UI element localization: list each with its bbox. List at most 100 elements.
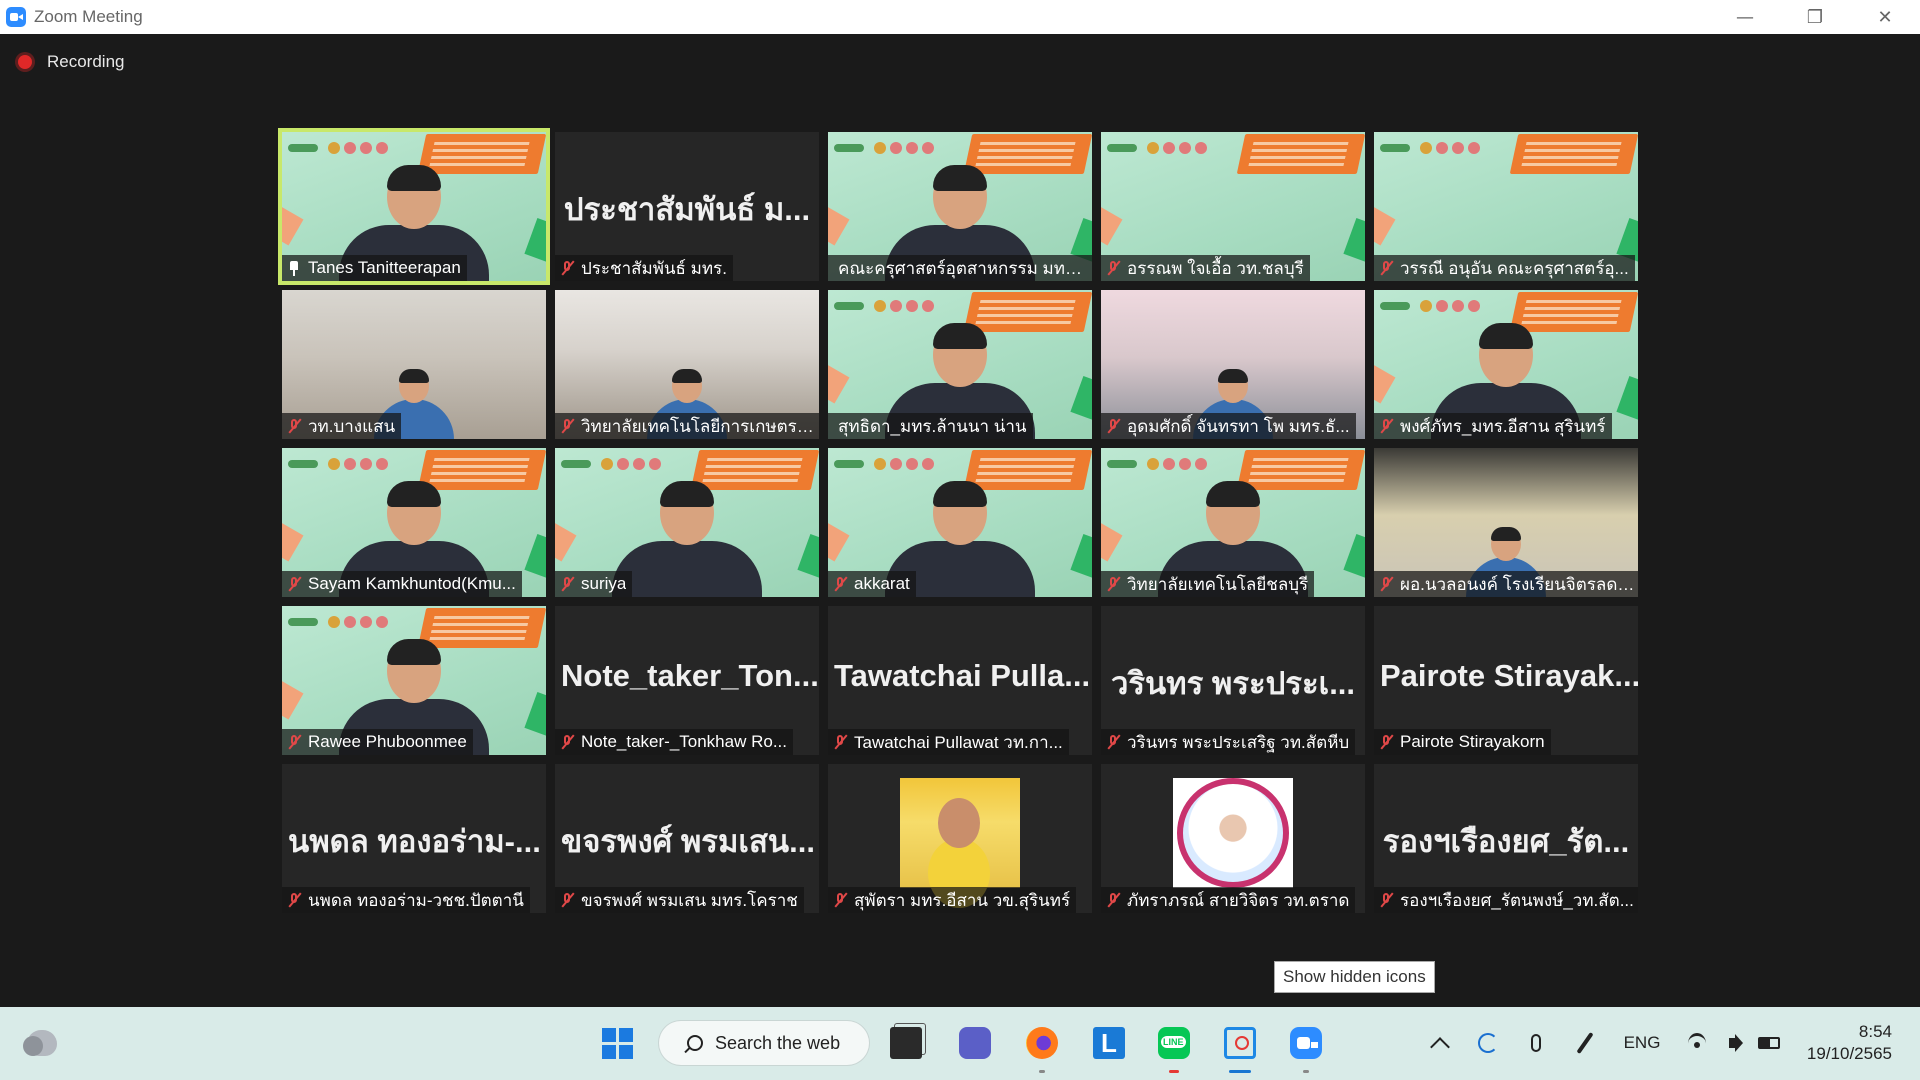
participant-tile[interactable]: Tanes Tanitteerapan <box>278 128 550 285</box>
participant-display-name: ประชาสัมพันธ์ ม... <box>563 192 811 227</box>
recording-indicator[interactable]: Recording <box>18 52 125 72</box>
participant-name: Tawatchai Pullawat วท.กา... <box>854 732 1063 752</box>
show-hidden-icons-button[interactable] <box>1423 1021 1457 1065</box>
wifi-tray-button[interactable] <box>1680 1021 1714 1065</box>
participant-tile[interactable]: ภัทราภรณ์ สายวิจิตร วท.ตราด <box>1101 764 1365 913</box>
muted-microphone-icon <box>832 576 848 592</box>
recording-dot-icon <box>18 55 32 69</box>
participant-tile[interactable]: Sayam Kamkhuntod(Kmu... <box>282 448 546 597</box>
pen-tray-button[interactable] <box>1568 1021 1602 1065</box>
zoom-app-button[interactable] <box>1282 1021 1330 1073</box>
participant-name-label: สุทธิดา_มทร.ล้านนา น่าน <box>828 413 1033 439</box>
participant-tile[interactable]: akkarat <box>828 448 1092 597</box>
microphone-tray-button[interactable] <box>1519 1021 1553 1065</box>
l-app-button[interactable]: L <box>1085 1021 1133 1065</box>
participant-tile[interactable]: suriya <box>555 448 819 597</box>
chevron-up-icon <box>1430 1037 1450 1057</box>
slide-background-logos <box>834 458 944 472</box>
participant-tile[interactable]: พงศ์ภัทร_มทร.อีสาน สุรินทร์ <box>1374 290 1638 439</box>
taskbar-clock[interactable]: 8:54 19/10/2565 <box>1807 1021 1892 1065</box>
participant-tile[interactable]: ประชาสัมพันธ์ ม... ประชาสัมพันธ์ มทร. <box>555 132 819 281</box>
participant-name: akkarat <box>854 574 910 593</box>
participant-name: พงศ์ภัทร_มทร.อีสาน สุรินทร์ <box>1400 416 1606 436</box>
participant-tile[interactable]: อรรณพ ใจเอื้อ วท.ชลบุรี <box>1101 132 1365 281</box>
participant-tile[interactable]: Note_taker_Ton... Note_taker-_Tonkhaw Ro.… <box>555 606 819 755</box>
participant-tile[interactable]: ขจรพงศ์ พรมเสน... ขจรพงศ์ พรมเสน มทร.โครา… <box>555 764 819 913</box>
slide-background-hex-l <box>828 520 850 562</box>
participant-tile[interactable]: ผอ.นวลอนงค์ โรงเรียนจิตรลดา... <box>1374 448 1638 597</box>
participant-tile[interactable]: สุพัตรา มทร.อีสาน วข.สุรินทร์ <box>828 764 1092 913</box>
show-hidden-icons-tooltip: Show hidden icons <box>1274 961 1435 993</box>
participant-tile[interactable]: วรรณี อนุอัน คณะครุศาสตร์อุ... <box>1374 132 1638 281</box>
participant-display-name: Pairote Stirayak... <box>1380 658 1638 693</box>
participant-avatar <box>1173 778 1293 888</box>
windows-logo-icon <box>601 1027 633 1059</box>
slide-background-hex-l <box>1101 204 1123 246</box>
volume-tray-button[interactable] <box>1716 1021 1750 1065</box>
slide-background-hex-l <box>555 520 577 562</box>
participant-tile[interactable]: อุดมศักดิ์ จันทรทา โพ มทร.ธั... <box>1101 290 1365 439</box>
battery-tray-button[interactable] <box>1752 1021 1786 1065</box>
slide-background-hex-l <box>1374 362 1396 404</box>
teams-icon <box>959 1027 991 1059</box>
slide-background-hex-l <box>1374 204 1396 246</box>
slide-background-hex-r <box>524 692 546 738</box>
line-app-button[interactable] <box>1150 1021 1198 1073</box>
muted-microphone-icon <box>1378 418 1394 434</box>
participant-tile[interactable]: Pairote Stirayak... Pairote Stirayakorn <box>1374 606 1638 755</box>
window-title: Zoom Meeting <box>34 7 143 26</box>
participant-tile[interactable]: นพดล ทองอร่าม-... นพดล ทองอร่าม-วชช.ปัตตา… <box>282 764 546 913</box>
participant-tile[interactable]: คณะครุศาสตร์อุตสาหกรรม มทร.ธั... <box>828 132 1092 281</box>
teams-app-button[interactable] <box>951 1021 999 1065</box>
task-view-button[interactable] <box>882 1021 930 1065</box>
participant-tile[interactable]: วิทยาลัยเทคโนโลยีการเกษตรแ... <box>555 290 819 439</box>
start-button[interactable] <box>595 1021 639 1065</box>
slide-background-hex-l <box>282 520 304 562</box>
participant-tile[interactable]: วิทยาลัยเทคโนโลยีชลบุรี <box>1101 448 1365 597</box>
participant-name-label: Tawatchai Pullawat วท.กา... <box>828 729 1069 755</box>
participant-tile[interactable]: รองฯเรืองยศ_รัต... รองฯเรืองยศ_รัตนพงษ์_ว… <box>1374 764 1638 913</box>
weather-widget[interactable] <box>22 1021 62 1065</box>
participant-tile[interactable]: สุทธิดา_มทร.ล้านนา น่าน <box>828 290 1092 439</box>
participant-tile[interactable]: Rawee Phuboonmee <box>282 606 546 755</box>
participant-display-name: รองฯเรืองยศ_รัต... <box>1382 824 1630 859</box>
participant-name-label: พงศ์ภัทร_มทร.อีสาน สุรินทร์ <box>1374 413 1612 439</box>
participant-video <box>612 481 762 597</box>
muted-microphone-icon <box>1378 892 1394 908</box>
recording-label: Recording <box>47 52 125 71</box>
participant-name: รองฯเรืองยศ_รัตนพงษ์_วท.สัต... <box>1400 890 1634 910</box>
window-controls: — ❐ ✕ <box>1710 0 1920 34</box>
pin-icon <box>286 260 302 276</box>
line-icon <box>1158 1027 1190 1059</box>
battery-icon <box>1758 1037 1780 1049</box>
minimize-button[interactable]: — <box>1710 0 1780 34</box>
firefox-app-button[interactable] <box>1018 1021 1066 1073</box>
participant-name: วรินทร พระประเสริฐ วท.สัตหีบ <box>1127 732 1350 752</box>
participant-name: อุดมศักดิ์ จันทรทา โพ มทร.ธั... <box>1127 416 1350 436</box>
participant-name-label: อรรณพ ใจเอื้อ วท.ชลบุรี <box>1101 255 1310 281</box>
slide-background-banner <box>1509 134 1638 174</box>
participant-name-label: วิทยาลัยเทคโนโลยีชลบุรี <box>1101 571 1315 597</box>
slide-background-hex-r <box>1343 534 1365 580</box>
search-icon <box>687 1035 703 1051</box>
participant-tile[interactable]: วรินทร พระประเ... วรินทร พระประเสริฐ วท.ส… <box>1101 606 1365 755</box>
participant-display-name: ขจรพงศ์ พรมเสน... <box>561 824 815 859</box>
muted-microphone-icon <box>1105 576 1121 592</box>
close-button[interactable]: ✕ <box>1850 0 1920 34</box>
sync-tray-button[interactable] <box>1471 1021 1505 1065</box>
slide-background-hex-r <box>1070 376 1092 422</box>
participant-name: สุพัตรา มทร.อีสาน วข.สุรินทร์ <box>854 890 1071 910</box>
snipping-tool-button[interactable] <box>1216 1021 1264 1073</box>
language-indicator[interactable]: ENG <box>1620 1021 1664 1065</box>
participant-name-label: คณะครุศาสตร์อุตสาหกรรม มทร.ธั... <box>828 255 1092 281</box>
participant-display-name: Note_taker_Ton... <box>561 658 819 693</box>
taskbar-search[interactable]: Search the web <box>659 1021 869 1065</box>
participant-tile[interactable]: วท.บางแสน <box>282 290 546 439</box>
search-label: Search the web <box>715 1032 841 1053</box>
participant-name-label: สุพัตรา มทร.อีสาน วข.สุรินทร์ <box>828 887 1077 913</box>
muted-microphone-icon <box>1105 892 1121 908</box>
restore-button[interactable]: ❐ <box>1780 0 1850 34</box>
participant-tile[interactable]: Tawatchai Pulla... Tawatchai Pullawat วท.… <box>828 606 1092 755</box>
participant-name-label: akkarat <box>828 571 916 597</box>
slide-background-hex-l <box>828 362 850 404</box>
